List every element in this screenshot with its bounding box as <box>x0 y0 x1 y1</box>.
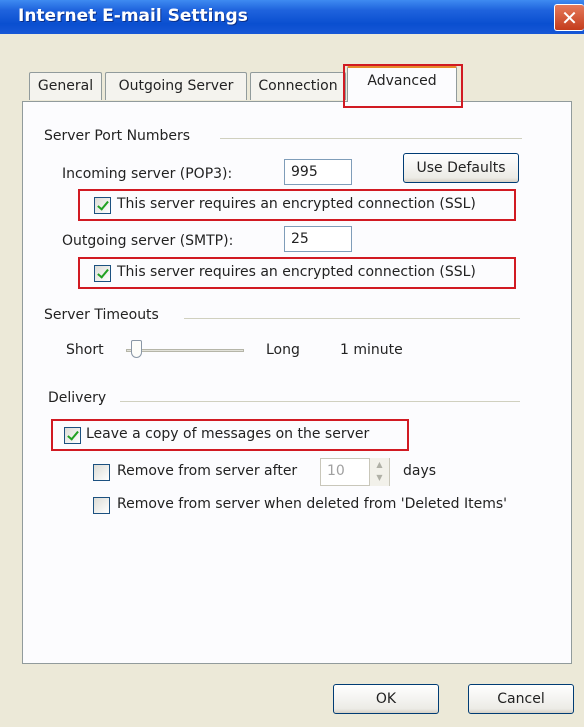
timeout-value: 1 minute <box>340 342 403 358</box>
divider <box>184 318 520 319</box>
advanced-tab-panel <box>22 101 572 664</box>
remove-after-label[interactable]: Remove from server after <box>117 463 297 479</box>
incoming-port-input[interactable]: 995 <box>284 159 352 185</box>
highlight-tab-advanced <box>343 64 463 108</box>
divider <box>220 138 522 139</box>
remove-deleted-checkbox[interactable] <box>93 497 110 514</box>
timeout-slider-thumb[interactable] <box>131 340 142 358</box>
tab-general[interactable]: General <box>29 72 102 100</box>
spinner-up-icon[interactable]: ▲ <box>370 458 389 471</box>
divider <box>120 401 520 402</box>
outgoing-port-input[interactable]: 25 <box>284 226 352 252</box>
server-timeouts-heading: Server Timeouts <box>44 307 159 323</box>
timeout-long-label: Long <box>266 342 300 358</box>
email-settings-dialog: Internet E-mail Settings ✕ General Outgo… <box>0 0 584 727</box>
tab-outgoing-server[interactable]: Outgoing Server <box>105 72 247 100</box>
highlight-leave-copy <box>51 419 409 451</box>
remove-after-checkbox[interactable] <box>93 464 110 481</box>
delivery-heading: Delivery <box>48 390 107 406</box>
use-defaults-button[interactable]: Use Defaults <box>403 153 519 183</box>
days-spinner[interactable]: ▲ ▼ <box>369 458 389 486</box>
days-label: days <box>403 463 437 479</box>
outgoing-server-label: Outgoing server (SMTP): <box>62 233 234 249</box>
server-port-numbers-heading: Server Port Numbers <box>44 128 191 144</box>
timeout-short-label: Short <box>66 342 104 358</box>
close-icon[interactable]: ✕ <box>554 4 584 31</box>
title-bar[interactable]: Internet E-mail Settings ✕ <box>0 0 584 34</box>
highlight-incoming-ssl <box>78 189 516 221</box>
ok-button[interactable]: OK <box>333 684 439 714</box>
tab-connection[interactable]: Connection <box>250 72 346 100</box>
cancel-button[interactable]: Cancel <box>468 684 574 714</box>
remove-deleted-label[interactable]: Remove from server when deleted from 'De… <box>117 496 507 512</box>
timeout-slider-track[interactable] <box>126 349 244 352</box>
window-title: Internet E-mail Settings <box>18 6 248 26</box>
incoming-server-label: Incoming server (POP3): <box>62 166 233 182</box>
spinner-down-icon[interactable]: ▼ <box>370 471 389 484</box>
highlight-outgoing-ssl <box>78 257 516 289</box>
